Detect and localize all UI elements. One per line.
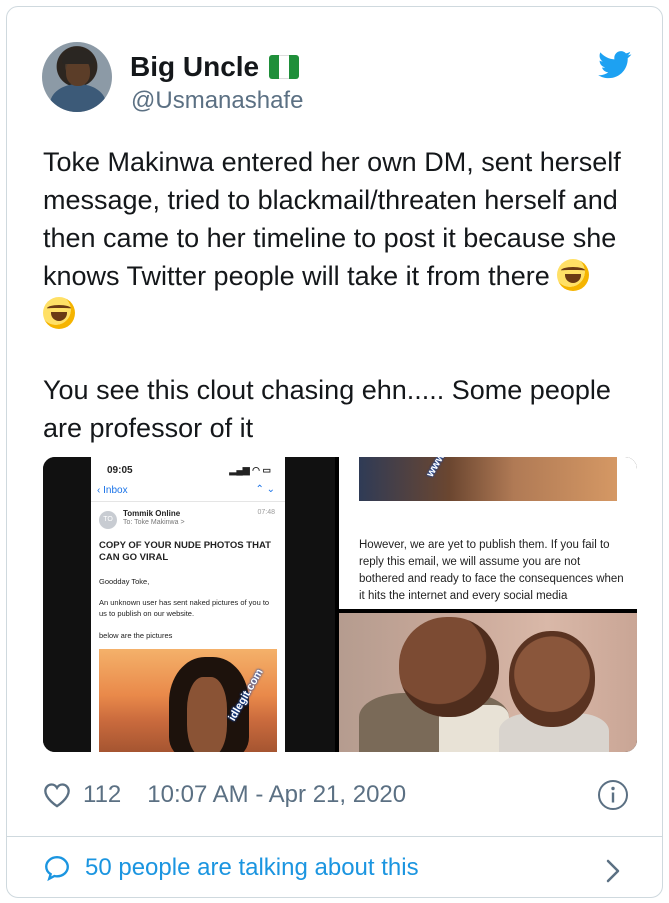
email-time: 07:48 [257, 509, 275, 516]
tweet-paragraph-2: You see this clout chasing ehn..... Some… [43, 371, 643, 447]
heart-icon[interactable] [43, 782, 71, 808]
tweet-line-emoji [43, 295, 643, 333]
twitter-bird-icon[interactable] [598, 51, 632, 79]
media-phone-screenshot[interactable]: 09:05 ▂▄▆ ◠ ▭ ‹ Inbox ⌃ ⌄ TO Tommik Onli… [43, 457, 335, 752]
phone-screen: 09:05 ▂▄▆ ◠ ▭ ‹ Inbox ⌃ ⌄ TO Tommik Onli… [91, 457, 285, 752]
email-continuation-text: However, we are yet to publish them. If … [359, 539, 624, 602]
email-greeting: Goodday Toke, [99, 577, 150, 586]
like-count[interactable]: 112 [83, 781, 121, 809]
sender-avatar: TO [99, 511, 117, 529]
media-children-photo[interactable] [339, 613, 637, 752]
tweet-line-with-emoji: knows Twitter people will take it from t… [43, 257, 643, 295]
email-photo: idlegit.com [99, 649, 277, 752]
tweet-meta: 112 10:07 AM - Apr 21, 2020 [43, 777, 406, 813]
conversation-count-text[interactable]: 50 people are talking about this [85, 854, 419, 882]
phone-time: 09:05 [107, 465, 133, 476]
watermark-text: www [424, 457, 448, 480]
tweet-line: knows Twitter people will take it from t… [43, 261, 550, 291]
tweet-timestamp[interactable]: 10:07 AM - Apr 21, 2020 [147, 781, 406, 809]
tweet-media-grid[interactable]: 09:05 ▂▄▆ ◠ ▭ ‹ Inbox ⌃ ⌄ TO Tommik Onli… [43, 457, 637, 752]
laughing-emoji-icon [557, 259, 590, 291]
comment-bubble-icon [45, 856, 69, 882]
laughing-emoji-icon [43, 297, 75, 329]
phone-separator [91, 501, 285, 502]
media-email-continuation[interactable]: www However, we are yet to publish them.… [339, 457, 637, 609]
email-below-text: below are the pictures [99, 631, 173, 640]
nigeria-flag-icon [269, 55, 300, 79]
phone-inbox-label: Inbox [103, 485, 128, 496]
author-handle[interactable]: @Usmanashafe [131, 87, 303, 115]
tweet-paragraph-1: Toke Makinwa entered her own DM, sent he… [43, 143, 643, 333]
signal-wifi-battery-icon: ▂▄▆ ◠ ▭ [229, 465, 271, 475]
tweet-line: are professor of it [43, 413, 254, 443]
author-name-row[interactable]: Big Uncle [130, 51, 300, 83]
tweet-line: message, tried to blackmail/threaten her… [43, 185, 618, 215]
tweet-text: Toke Makinwa entered her own DM, sent he… [43, 143, 643, 447]
conversation-link[interactable]: 50 people are talking about this [43, 854, 419, 882]
phone-back-inbox: ‹ Inbox [97, 485, 128, 496]
chevron-right-icon[interactable] [603, 857, 623, 885]
tweet-card: Big Uncle @Usmanashafe Toke Makinwa ente… [6, 6, 663, 898]
email-photo-crop: www [359, 457, 617, 501]
profile-avatar[interactable] [42, 42, 112, 112]
email-recipient: To: Toke Makinwa > [123, 519, 185, 526]
tweet-header: Big Uncle @Usmanashafe [7, 7, 662, 114]
footer-divider [7, 836, 662, 837]
author-name[interactable]: Big Uncle [130, 51, 259, 83]
info-icon[interactable] [597, 779, 629, 811]
email-subject: COPY OF YOUR NUDE PHOTOS THAT CAN GO VIR… [99, 540, 271, 563]
tweet-line: Toke Makinwa entered her own DM, sent he… [43, 147, 621, 177]
email-body: An unknown user has sent naked pictures … [99, 598, 270, 618]
email-sender: Tommik Online [123, 509, 181, 518]
tweet-line: You see this clout chasing ehn..... Some… [43, 375, 611, 405]
phone-nav-arrows-icon: ⌃ ⌄ [255, 484, 275, 495]
tweet-line: then came to her timeline to post it bec… [43, 223, 617, 253]
phone-status-bar: 09:05 ▂▄▆ ◠ ▭ [91, 457, 285, 481]
